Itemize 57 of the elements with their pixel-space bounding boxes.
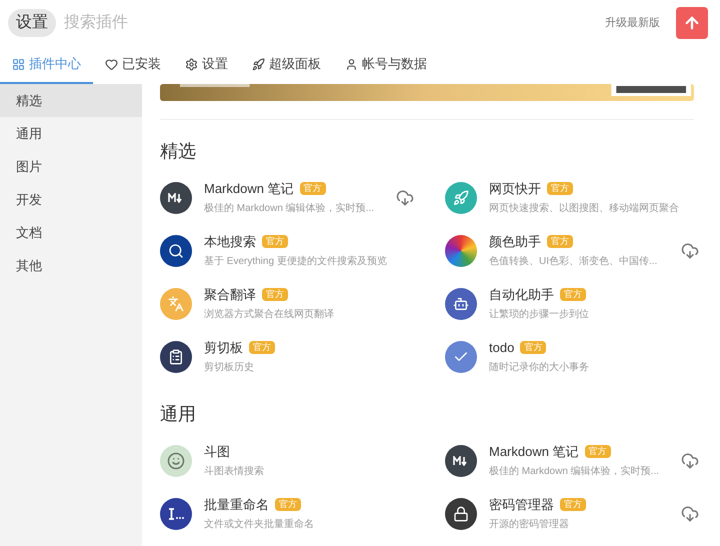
official-tag: 官方 — [560, 498, 586, 511]
official-tag: 官方 — [262, 235, 288, 248]
plugin-description: 网页快速搜索、以图搜图、移动端网页聚合 — [489, 202, 680, 216]
rocket-icon — [252, 58, 265, 70]
sidebar-item[interactable]: 文档 — [0, 216, 142, 249]
plugin-name: 本地搜索 — [204, 232, 256, 251]
plugin-name: 颜色助手 — [489, 232, 541, 251]
settings-chip[interactable]: 设置 — [8, 9, 56, 37]
official-tag: 官方 — [249, 341, 275, 354]
plugin-description: 文件或文件夹批量重命名 — [204, 518, 315, 532]
tab[interactable]: 已安装 — [93, 46, 173, 84]
plugin-name: 密码管理器 — [489, 496, 554, 514]
tab[interactable]: 超级面板 — [240, 46, 333, 84]
heart-icon — [105, 58, 118, 70]
sidebar-item[interactable]: 精选 — [0, 84, 142, 117]
section-title: 通用 — [160, 403, 197, 426]
official-tag: 官方 — [262, 288, 288, 301]
grid-icon — [12, 58, 25, 70]
tab[interactable]: 帐号与数据 — [333, 46, 439, 84]
plugin-description: 极佳的 Markdown 编辑体验，实时预... — [204, 202, 376, 216]
plugin-description: 让繁琐的步骤一步到位 — [489, 308, 590, 322]
user-icon — [345, 58, 358, 70]
plugin-description: 极佳的 Markdown 编辑体验，实时预... — [489, 465, 660, 480]
official-tag: 官方 — [560, 288, 586, 301]
settings-icon — [185, 58, 198, 70]
plugin-name: Markdown 笔记 — [204, 180, 294, 198]
plugin-name: Markdown 笔记 — [489, 442, 579, 461]
plugin-name: 聚合翻译 — [204, 286, 256, 304]
plugin-name: 斗图 — [204, 442, 230, 461]
plugin-description: 斗图表情搜索 — [204, 465, 265, 480]
plugin-description: 剪切板历史 — [204, 361, 255, 376]
sidebar-item[interactable]: 通用 — [0, 117, 142, 150]
section-title: 精选 — [160, 140, 197, 163]
sidebar-item[interactable]: 其他 — [0, 249, 142, 282]
official-tag: 官方 — [520, 341, 546, 354]
plugin-name: todo — [489, 338, 514, 357]
official-tag: 官方 — [547, 182, 573, 195]
plugin-description: 色值转换、UI色彩、渐变色、中国传... — [489, 255, 658, 270]
official-tag: 官方 — [275, 498, 301, 511]
plugin-description: 开源的密码管理器 — [489, 518, 570, 532]
official-tag: 官方 — [300, 182, 326, 195]
plugin-name: 批量重命名 — [204, 496, 269, 514]
tab[interactable]: 设置 — [173, 46, 240, 84]
sidebar-item[interactable]: 开发 — [0, 183, 142, 216]
plugin-name: 网页快开 — [489, 180, 541, 198]
official-tag: 官方 — [584, 445, 611, 458]
upgrade-button[interactable] — [676, 7, 708, 39]
search-field[interactable]: 搜索插件 — [64, 11, 597, 35]
plugin-description: 浏览器方式聚合在线网页翻译 — [204, 308, 335, 322]
upgrade-label: 升级最新版 — [605, 16, 660, 31]
color-wheel-icon — [445, 234, 477, 266]
plugin-description: 基于 Everything 更便捷的文件搜索及预览 — [204, 255, 388, 270]
plugin-name: 剪切板 — [204, 338, 243, 357]
plugin-description: 随时记录你的大小事务 — [489, 361, 590, 376]
plugin-name: 自动化助手 — [489, 286, 554, 304]
official-tag: 官方 — [547, 235, 573, 248]
sidebar-item[interactable]: 图片 — [0, 150, 142, 183]
